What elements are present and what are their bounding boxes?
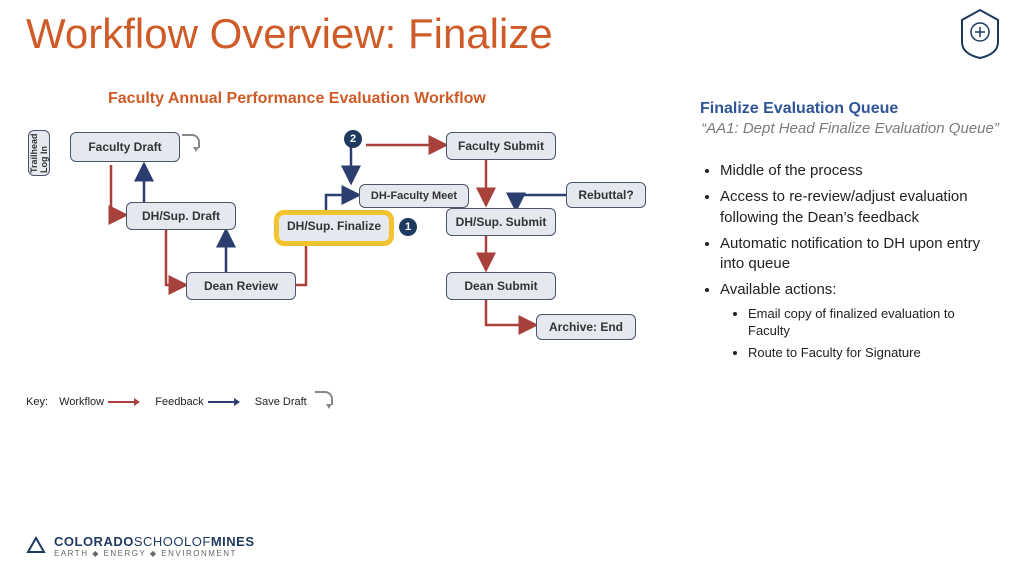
footer: COLORADOSCHOOLOFMINES EARTH ◆ ENERGY ◆ E… — [26, 534, 254, 558]
node-rebuttal: Rebuttal? — [566, 182, 646, 208]
badge-1: 1 — [399, 218, 417, 236]
panel-bullets: Middle of the process Access to re-revie… — [700, 161, 1000, 361]
triangle-logo-icon — [26, 536, 46, 556]
node-dh-finalize: DH/Sup. Finalize — [274, 210, 394, 246]
diagram-key: Key: Workflow Feedback Save Draft — [26, 395, 329, 409]
arrow-red-icon — [108, 401, 138, 403]
panel-heading: Finalize Evaluation Queue — [700, 100, 1000, 118]
bullet-item: Available actions: Email copy of finaliz… — [720, 280, 1000, 361]
node-login: Trailhead Log In — [28, 130, 50, 176]
brand-part-2: SCHOOLOF — [134, 534, 211, 549]
node-dh-submit: DH/Sup. Submit — [446, 208, 556, 236]
diagram-title: Faculty Annual Performance Evaluation Wo… — [108, 90, 486, 108]
key-save: Save Draft — [255, 396, 307, 408]
panel-sub-bullets: Email copy of finalized evaluation to Fa… — [720, 305, 1000, 362]
footer-tagline: EARTH ◆ ENERGY ◆ ENVIRONMENT — [54, 549, 254, 558]
workflow-diagram: Faculty Annual Performance Evaluation Wo… — [26, 90, 656, 420]
mines-seal-icon — [958, 8, 1002, 60]
brand-part-1: COLORADO — [54, 534, 134, 549]
node-dean-review: Dean Review — [186, 272, 296, 300]
info-panel: Finalize Evaluation Queue “AA1: Dept Hea… — [700, 100, 1000, 367]
node-dh-draft: DH/Sup. Draft — [126, 202, 236, 230]
bullet-item: Automatic notification to DH upon entry … — [720, 234, 1000, 275]
bullet-item: Middle of the process — [720, 161, 1000, 181]
key-label: Key: — [26, 396, 48, 408]
brand-part-3: MINES — [211, 534, 255, 549]
sub-bullet-item: Email copy of finalized evaluation to Fa… — [748, 305, 1000, 340]
loop-key-icon — [315, 391, 333, 405]
arrow-blue-icon — [208, 401, 238, 403]
loop-icon — [182, 134, 200, 148]
node-dh-faculty-meet: DH-Faculty Meet — [359, 184, 469, 208]
bullet-item: Access to re-review/adjust evaluation fo… — [720, 187, 1000, 228]
page-title: Workflow Overview: Finalize — [26, 10, 553, 58]
slide: Workflow Overview: Finalize Faculty Annu… — [0, 0, 1024, 576]
node-archive: Archive: End — [536, 314, 636, 340]
node-dean-submit: Dean Submit — [446, 272, 556, 300]
sub-bullet-item: Route to Faculty for Signature — [748, 344, 1000, 362]
bullet-label: Available actions: — [720, 281, 836, 298]
node-faculty-submit: Faculty Submit — [446, 132, 556, 160]
node-faculty-draft: Faculty Draft — [70, 132, 180, 162]
footer-text: COLORADOSCHOOLOFMINES EARTH ◆ ENERGY ◆ E… — [54, 534, 254, 558]
panel-subheading: “AA1: Dept Head Finalize Evaluation Queu… — [700, 120, 1000, 137]
key-workflow: Workflow — [59, 396, 104, 408]
key-feedback: Feedback — [155, 396, 203, 408]
badge-2: 2 — [344, 130, 362, 148]
